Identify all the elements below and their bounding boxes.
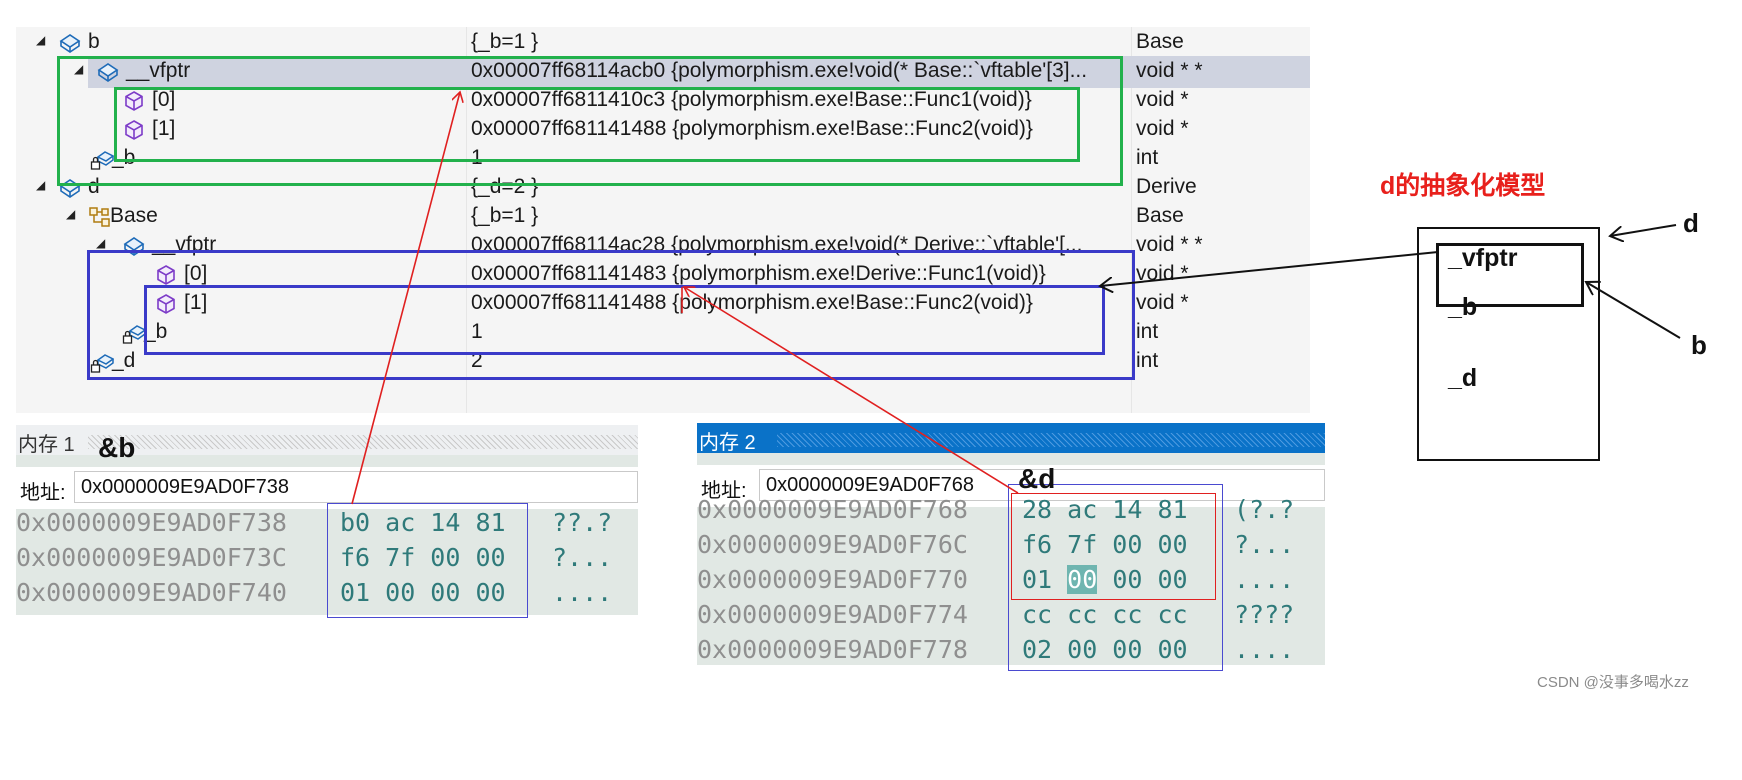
arrow-d-pointer <box>1610 224 1677 236</box>
arrow-b-to-vfptr <box>351 92 460 505</box>
arrow-model-to-vtable <box>1100 251 1439 286</box>
arrow-d-to-vfptr <box>684 287 1019 494</box>
annotation-arrows <box>351 0 1681 505</box>
arrow-b-pointer <box>1586 282 1681 339</box>
